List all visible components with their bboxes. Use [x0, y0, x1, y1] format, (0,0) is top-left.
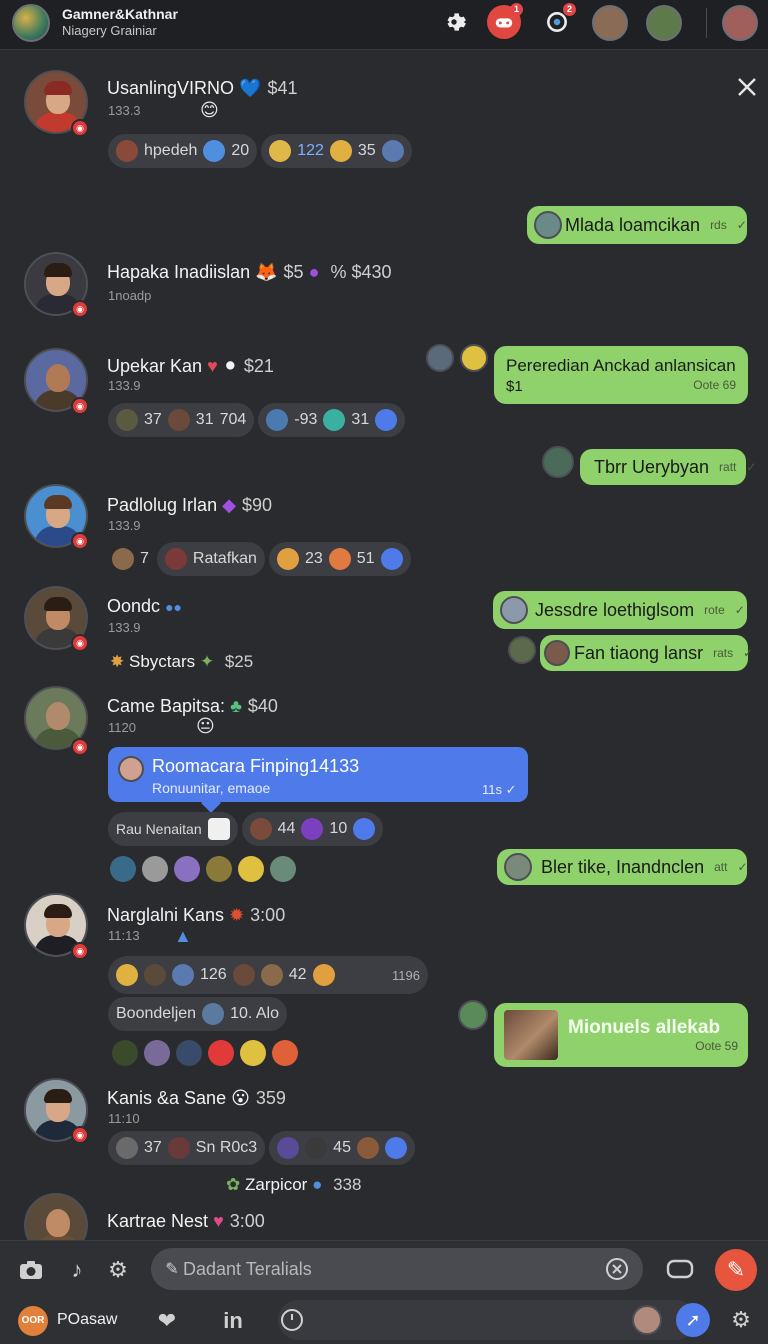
sender-avatar[interactable] [426, 344, 454, 372]
card-avatar[interactable] [118, 756, 144, 782]
timestamp: 133.9 [108, 620, 141, 635]
mini-avatar[interactable] [632, 1305, 662, 1335]
sender-avatar[interactable] [458, 1000, 488, 1030]
username[interactable]: UsanlingVIRNO 💙 $41 [107, 78, 298, 99]
reaction-pill[interactable]: -93 31 [258, 403, 406, 437]
music-note-icon[interactable]: ♪ [62, 1255, 92, 1285]
timestamp: 133.9 [108, 518, 141, 533]
profile-avatar[interactable] [722, 5, 758, 41]
timestamp: 1noadp [108, 288, 152, 303]
sender-avatar[interactable] [508, 636, 536, 664]
send-button[interactable]: ✎ [715, 1249, 757, 1291]
target-icon[interactable]: 2 [540, 3, 576, 39]
status-badge: ◉ [71, 1126, 89, 1144]
message-bubble[interactable]: Fan tiaong lansr rats ✓ [540, 635, 753, 671]
status-badge: ◉ [71, 300, 89, 318]
reaction-pill[interactable]: Rau Nenaitan [108, 812, 238, 846]
reaction-pill[interactable]: 122 35 [261, 134, 412, 168]
triangle-icon: ▲ [174, 926, 192, 946]
user-badge[interactable]: OOR [18, 1306, 48, 1336]
timestamp: 11:10 [108, 1111, 140, 1126]
timestamp: 133.3 [108, 103, 141, 118]
reaction-pill[interactable]: hpedeh 20 [108, 134, 258, 168]
card-title: Roomacara Finping14133 [152, 756, 360, 776]
reaction-pill[interactable]: 126 42 1196 [108, 956, 428, 994]
image-thumbnail[interactable] [504, 1010, 558, 1060]
app-title: Gamner&Kathnar [62, 6, 178, 22]
sender-avatar[interactable] [504, 853, 532, 881]
gear-icon[interactable]: ⚙ [103, 1255, 133, 1285]
reaction-pill[interactable]: 37 31 704 [108, 403, 255, 437]
sender-avatar[interactable] [534, 211, 562, 239]
sender-avatar[interactable] [460, 344, 488, 372]
username[interactable]: Narglalni Kans ✹ 3:00 [107, 905, 285, 926]
tag-pill[interactable]: Boondeljen 10. Alo [108, 997, 288, 1031]
timestamp: 11:13 [108, 928, 140, 943]
emoji-sticker: 😐 [196, 716, 215, 736]
gamepad-icon[interactable] [664, 1255, 696, 1283]
username[interactable]: Kartrae Nest ♥ 3:00 [107, 1211, 265, 1232]
timestamp: 133.9 [108, 378, 141, 393]
reaction-pill[interactable]: Ratafkan [156, 542, 265, 576]
app-subtitle: Niagery Grainiar [62, 23, 157, 38]
clear-icon[interactable] [605, 1257, 629, 1281]
friend-avatar-2[interactable] [646, 5, 682, 41]
username[interactable]: Came Bapitsa: ♣ $40 [107, 696, 278, 717]
reaction-icons-row [110, 856, 296, 882]
close-icon[interactable] [736, 76, 758, 103]
username[interactable]: Kanis &a Sane 😮 359 [107, 1088, 286, 1109]
card-subtitle: Ronuunitar, emaoe [152, 780, 271, 796]
status-badge: ◉ [71, 942, 89, 960]
message-bubble[interactable]: Jessdre loethiglsom rote ✓ [493, 591, 747, 629]
message-input-placeholder: Dadant Teralials [183, 1259, 312, 1279]
card-time: 11s ✓ [482, 782, 517, 797]
timer-icon[interactable] [278, 1306, 306, 1334]
game-controller-icon[interactable]: 1 [487, 3, 523, 39]
camera-icon[interactable] [16, 1255, 46, 1285]
sub-user[interactable]: ✿ Zarpicor ● 338 [226, 1175, 361, 1195]
reaction-pill[interactable]: 37 Sn R0c3 [108, 1131, 266, 1165]
friend-avatar-1[interactable] [592, 5, 628, 41]
username[interactable]: Padlolug Irlan ◆ $90 [107, 495, 272, 516]
header-divider [706, 8, 707, 38]
status-badge: ◉ [71, 119, 89, 137]
username[interactable]: Upekar Kan ♥ ⚫ $21 [107, 356, 274, 377]
status-badge: ◉ [71, 532, 89, 550]
message-bubble[interactable]: Tbrr Uerybyan ratt ✓ [580, 449, 756, 485]
user-label[interactable]: POasaw [57, 1311, 117, 1329]
pencil-icon: ✎ [165, 1261, 179, 1278]
emoji-sticker: 😊 [200, 100, 219, 120]
sender-avatar[interactable] [544, 640, 570, 666]
settings-icon[interactable]: ⚙ [726, 1305, 756, 1335]
linkedin-icon[interactable]: in [216, 1306, 250, 1336]
status-badge: ◉ [71, 634, 89, 652]
message-bubble[interactable]: Pereredian Anckad anlansican $1 Oote 69 [494, 346, 748, 404]
notification-badge: 2 [563, 3, 576, 16]
reaction-pill[interactable]: 45 [269, 1131, 415, 1165]
reaction-icons-row [112, 1040, 298, 1066]
sender-avatar[interactable] [500, 596, 528, 624]
message-bubble[interactable]: Bler tike, Inandnclen att ✓ [497, 849, 748, 885]
share-icon[interactable]: ➚ [676, 1303, 710, 1337]
reaction-pill[interactable]: 44 10 [241, 812, 384, 846]
reaction-pill[interactable]: 23 51 [268, 542, 411, 576]
message-bubble[interactable]: Mionuels allekab Oote 59 [494, 1003, 748, 1067]
notification-badge: 1 [510, 3, 523, 16]
app-logo[interactable] [12, 4, 50, 42]
reaction-pill[interactable]: 7 [108, 542, 153, 576]
username[interactable]: Oondc ●● [107, 596, 182, 617]
status-badge: ◉ [71, 738, 89, 756]
sender-avatar[interactable] [542, 446, 574, 478]
username[interactable]: Hapaka Inadiislan 🦊 $5 ● % $430 [107, 262, 392, 283]
timestamp: 1120 [108, 720, 136, 735]
status-badge: ◉ [71, 397, 89, 415]
settings-gear-icon[interactable] [437, 5, 471, 39]
heart-icon[interactable]: ❤ [150, 1306, 184, 1336]
sub-user[interactable]: ✸ Sbyctars ✦ $25 [110, 652, 253, 672]
